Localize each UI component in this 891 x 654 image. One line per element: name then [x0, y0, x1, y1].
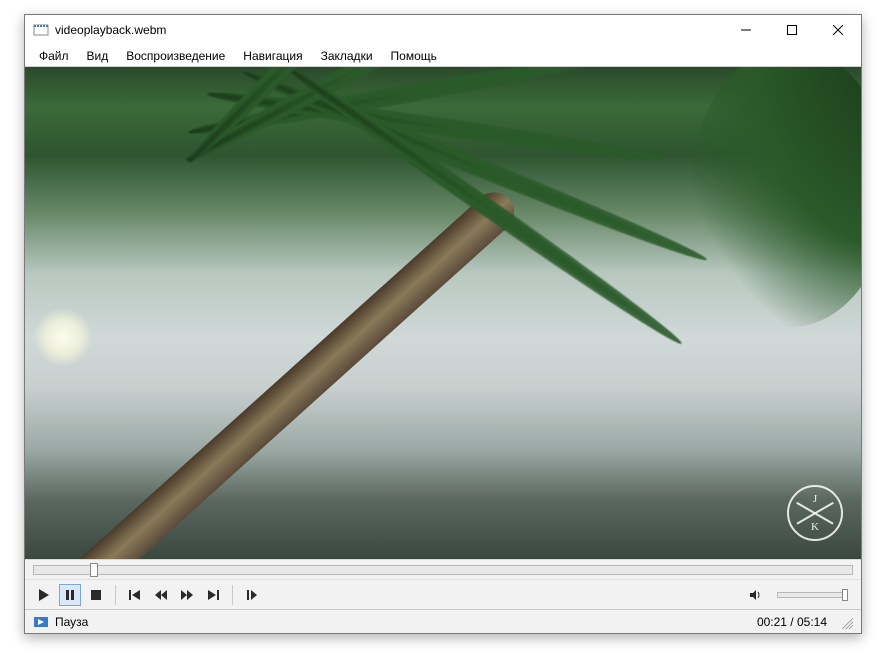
menu-help[interactable]: Помощь [383, 47, 445, 65]
menu-view[interactable]: Вид [79, 47, 117, 65]
frame-step-button[interactable] [241, 584, 263, 606]
volume-icon[interactable] [745, 584, 767, 606]
menu-navigation[interactable]: Навигация [235, 47, 310, 65]
titlebar[interactable]: videoplayback.webm [25, 15, 861, 45]
forward-button[interactable] [176, 584, 198, 606]
controls-row [25, 579, 861, 609]
skip-back-button[interactable] [124, 584, 146, 606]
menu-file[interactable]: Файл [31, 47, 77, 65]
skip-forward-button[interactable] [202, 584, 224, 606]
menu-playback[interactable]: Воспроизведение [118, 47, 233, 65]
volume-thumb[interactable] [842, 589, 848, 601]
seek-slider[interactable] [33, 565, 853, 575]
pause-button[interactable] [59, 584, 81, 606]
menubar: Файл Вид Воспроизведение Навигация Закла… [25, 45, 861, 67]
volume-slider[interactable] [777, 592, 847, 598]
play-button[interactable] [33, 584, 55, 606]
status-text: Пауза [55, 615, 88, 629]
video-viewport[interactable]: J K [25, 67, 861, 559]
maximize-button[interactable] [769, 15, 815, 45]
seek-thumb[interactable] [90, 563, 98, 577]
separator [115, 585, 116, 605]
player-window: videoplayback.webm Файл Вид Воспроизведе… [24, 14, 862, 634]
video-watermark: J K [787, 485, 843, 541]
seekbar-row [25, 559, 861, 579]
rewind-button[interactable] [150, 584, 172, 606]
menu-bookmarks[interactable]: Закладки [313, 47, 381, 65]
separator [232, 585, 233, 605]
close-button[interactable] [815, 15, 861, 45]
minimize-button[interactable] [723, 15, 769, 45]
window-title: videoplayback.webm [55, 23, 166, 37]
window-controls [723, 15, 861, 45]
stop-button[interactable] [85, 584, 107, 606]
status-icon [33, 614, 49, 630]
time-display: 00:21 / 05:14 [757, 615, 827, 629]
app-icon [33, 22, 49, 38]
statusbar: Пауза 00:21 / 05:14 [25, 609, 861, 633]
resize-grip[interactable] [839, 615, 853, 629]
